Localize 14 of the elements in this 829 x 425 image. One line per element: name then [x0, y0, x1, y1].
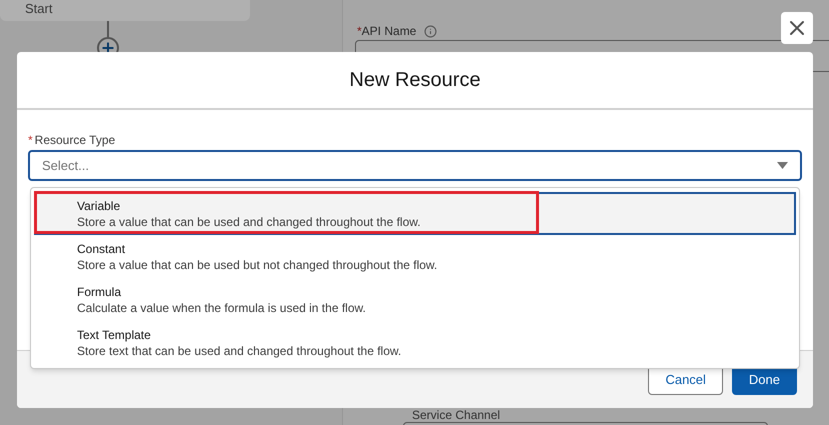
resource-type-option[interactable]: Variable Store a value that can be used and changed throughout the flow.	[34, 192, 796, 235]
start-label: Start	[25, 0, 52, 18]
dropdown-caret-icon	[777, 162, 788, 169]
info-icon	[424, 24, 438, 38]
resource-type-option[interactable]: Formula Calculate a value when the formula is used in the flow.	[34, 278, 796, 321]
modal-title: New Resource	[349, 68, 481, 93]
resource-type-label: * Resource Type	[28, 132, 116, 148]
resource-type-option[interactable]: Constant Store a value that can be used but not changed throughout the flow.	[34, 235, 796, 278]
resource-type-option[interactable]: Text Template Store text that can be used and changed throughout the flow.	[34, 321, 796, 364]
service-channel-label: Service Channel	[412, 408, 500, 422]
api-name-label: *API Name	[357, 23, 416, 40]
resource-type-select[interactable]: Select...	[28, 150, 802, 181]
close-button[interactable]	[781, 12, 813, 44]
select-placeholder: Select...	[42, 156, 89, 175]
